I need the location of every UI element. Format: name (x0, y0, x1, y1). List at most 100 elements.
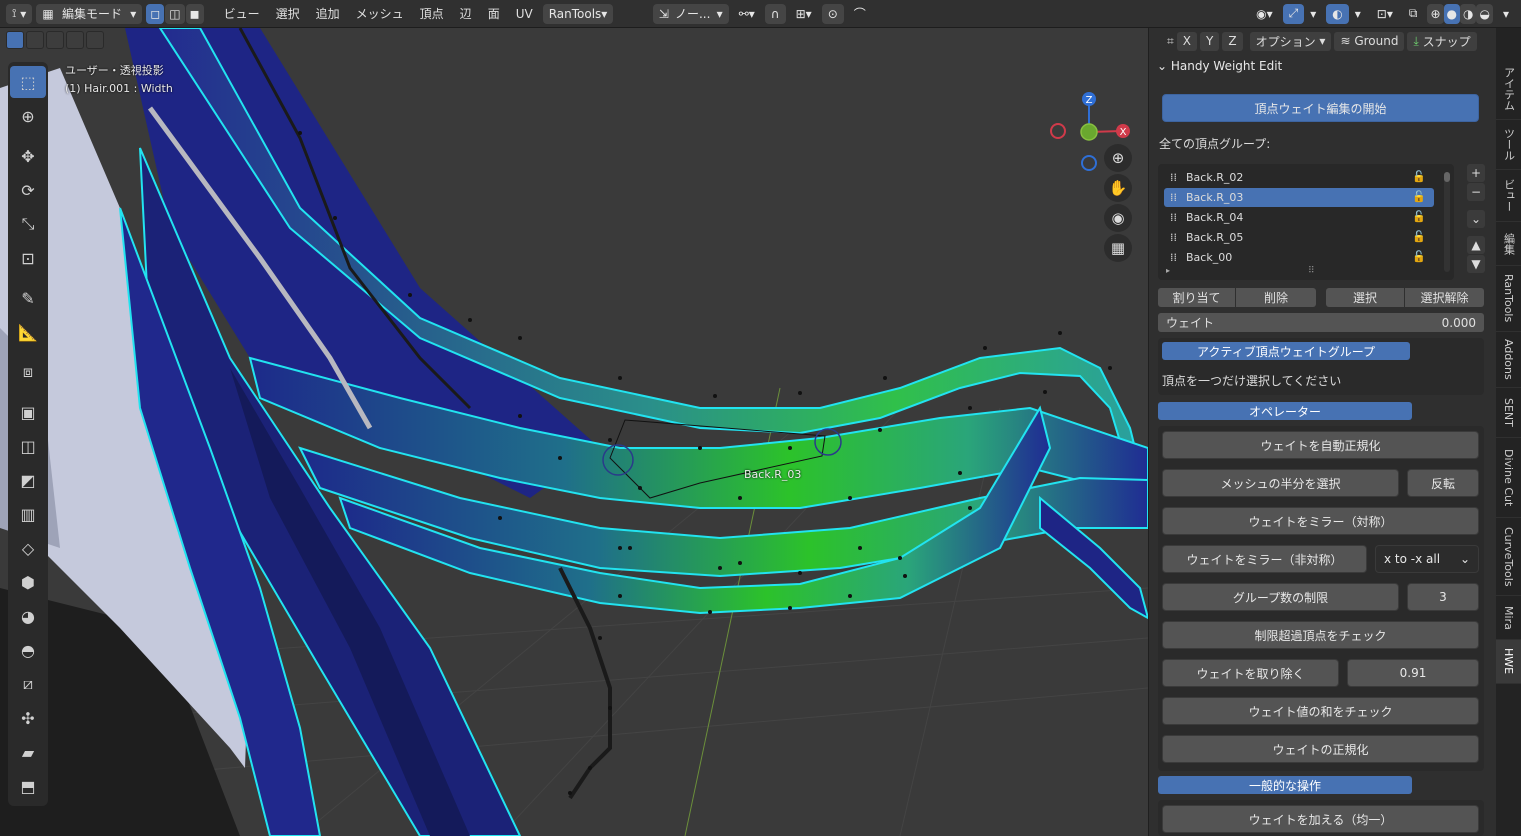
limit-value-field[interactable]: 3 (1407, 583, 1479, 611)
pan-button[interactable]: ✋ (1104, 174, 1132, 202)
snap-mode-dropdown[interactable]: ⊞ ▾ (790, 4, 818, 24)
axis-x-button[interactable]: X (1176, 31, 1197, 51)
remove-weight-button[interactable]: ウェイトを取り除く (1162, 659, 1339, 687)
shear-tool[interactable]: ▰ (10, 736, 46, 768)
face-select-button[interactable]: ◼ (185, 3, 204, 24)
auto-normalize-button[interactable]: ウェイトを自動正規化 (1162, 431, 1479, 459)
pivot-dropdown[interactable]: ⚯ ▾ (733, 4, 761, 24)
zoom-button[interactable]: ⊕ (1104, 144, 1132, 172)
3d-viewport[interactable]: ⬚ ⊕ ✥ ⟳ ⤡ ⊡ ✎ 📐 ⧈ ▣ ◫ ◩ ▥ ◇ ⬢ ◕ ◓ ⧄ ✣ ▰ … (0, 28, 1148, 836)
perspective-toggle-button[interactable]: ▦ (1104, 234, 1132, 262)
proportional-edit-toggle[interactable]: ⊙ (821, 3, 844, 24)
annotate-tool[interactable]: ✎ (10, 282, 46, 314)
shading-material-button[interactable]: ◑ (1460, 3, 1477, 24)
mirror-direction-dropdown[interactable]: x to -x all ⌄ (1375, 545, 1479, 573)
menu-add[interactable]: 追加 (310, 5, 346, 22)
select-half-mesh-button[interactable]: メッシュの半分を選択 (1162, 469, 1399, 497)
falloff-dropdown[interactable]: ⌒ (848, 4, 872, 24)
panel-header[interactable]: ⌄ Handy Weight Edit (1149, 54, 1496, 78)
vertex-group-row[interactable]: ⁞⁞ Back.R_05 🔓 (1164, 228, 1434, 247)
menu-mesh[interactable]: メッシュ (350, 5, 410, 22)
rantools-menu[interactable]: RanTools ▾ (542, 3, 613, 24)
menu-vertex[interactable]: 頂点 (414, 5, 450, 22)
shading-wireframe-button[interactable]: ⊕ (1427, 3, 1444, 24)
invert-button[interactable]: 反転 (1407, 469, 1479, 497)
vertex-group-list[interactable]: ⁞⁞ Back.R_02 🔓 ⁞⁞ Back.R_03 🔓 ⁞⁞ Back.R_04 🔓 ⁞… (1158, 164, 1454, 280)
check-weight-sum-button[interactable]: ウェイト値の和をチェック (1162, 697, 1479, 725)
rotate-tool[interactable]: ⟳ (10, 174, 46, 206)
weight-slider[interactable]: ウェイト 0.000 (1158, 313, 1484, 332)
menu-uv[interactable]: UV (510, 7, 539, 21)
shading-rendered-button[interactable]: ◒ (1476, 3, 1493, 24)
limit-groups-button[interactable]: グループ数の制限 (1162, 583, 1399, 611)
poly-build-tool[interactable]: ⬢ (10, 566, 46, 598)
unlock-icon[interactable]: 🔓 (1412, 210, 1426, 223)
tab-hwe[interactable]: HWE (1496, 640, 1521, 684)
measure-tool[interactable]: 📐 (10, 316, 46, 348)
list-scrollbar[interactable] (1444, 172, 1450, 272)
move-down-button[interactable]: ▼ (1467, 255, 1485, 273)
vertex-group-row-selected[interactable]: ⁞⁞ Back.R_03 🔓 (1164, 188, 1434, 207)
mesh-overlay-dropdown[interactable]: ⊡ ▾ (1371, 4, 1399, 24)
vertex-group-row[interactable]: ⁞⁞ Back_00 🔓 (1164, 248, 1434, 267)
mirror-asymmetric-button[interactable]: ウェイトをミラー（非対称） (1162, 545, 1367, 573)
select-subtract-button[interactable] (46, 31, 64, 49)
edge-slide-tool[interactable]: ⧄ (10, 668, 46, 700)
xray-toggle[interactable]: ⧉ (1403, 4, 1424, 24)
add-weight-uniform-button[interactable]: ウェイトを加える（均一） (1162, 805, 1479, 833)
select-button[interactable]: 選択 (1326, 288, 1404, 307)
cursor-tool[interactable]: ⊕ (10, 100, 46, 132)
loop-cut-tool[interactable]: ▥ (10, 498, 46, 530)
unlock-icon[interactable]: 🔓 (1412, 230, 1426, 243)
gizmo-toggle[interactable]: ⤢ (1282, 3, 1305, 24)
tab-tool[interactable]: ツール (1496, 120, 1521, 170)
tab-curvetools[interactable]: CurveTools (1496, 518, 1521, 596)
select-extend-button[interactable] (26, 31, 44, 49)
shading-dropdown[interactable]: ▾ (1497, 4, 1515, 24)
overlay-toggle[interactable]: ◐ (1326, 3, 1349, 24)
editor-type-button[interactable]: ⟟ ▾ (6, 3, 33, 24)
move-tool[interactable]: ✥ (10, 140, 46, 172)
menu-view[interactable]: ビュー (218, 5, 266, 22)
add-group-button[interactable]: + (1467, 164, 1485, 182)
select-invert-button[interactable] (66, 31, 84, 49)
transform-orientation-dropdown[interactable]: ⇲ ノー... ▾ (652, 3, 729, 24)
menu-select[interactable]: 選択 (270, 5, 306, 22)
inset-tool[interactable]: ◫ (10, 430, 46, 462)
mode-dropdown[interactable]: ▦ 編集モード ▾ (36, 3, 143, 24)
rip-tool[interactable]: ⬒ (10, 770, 46, 802)
unlock-icon[interactable]: 🔓 (1412, 190, 1426, 203)
tab-edit[interactable]: 編集 (1496, 222, 1521, 266)
vertex-group-row[interactable]: ⁞⁞ Back.R_04 🔓 (1164, 208, 1434, 227)
gizmo-dropdown[interactable]: ▾ (1304, 4, 1322, 24)
navigation-gizmo[interactable]: Z X (1045, 88, 1135, 188)
check-over-limit-button[interactable]: 制限超過頂点をチェック (1162, 621, 1479, 649)
tab-divine-cut[interactable]: Divine Cut (1496, 438, 1521, 518)
remove-button[interactable]: 削除 (1236, 288, 1316, 307)
select-intersect-button[interactable] (86, 31, 104, 49)
tab-mira[interactable]: Mira (1496, 596, 1521, 640)
edge-select-button[interactable]: ◫ (165, 3, 185, 24)
expand-list-icon[interactable]: ▸ (1166, 266, 1170, 275)
smooth-tool[interactable]: ◓ (10, 634, 46, 666)
vertex-select-button[interactable]: ◻ (146, 3, 165, 24)
start-weight-edit-button[interactable]: 頂点ウェイト編集の開始 (1162, 94, 1479, 122)
overlay-dropdown[interactable]: ▾ (1349, 4, 1367, 24)
remove-group-button[interactable]: − (1467, 183, 1485, 201)
vertex-group-row[interactable]: ⁞⁞ Back.R_02 🔓 (1164, 168, 1434, 187)
visibility-dropdown[interactable]: ◉ ▾ (1250, 4, 1279, 24)
menu-edge[interactable]: 辺 (454, 5, 478, 22)
tab-addons[interactable]: Addons (1496, 332, 1521, 388)
extrude-tool[interactable]: ▣ (10, 396, 46, 428)
scale-tool[interactable]: ⤡ (10, 208, 46, 240)
tab-item[interactable]: アイテム (1496, 58, 1521, 120)
spin-tool[interactable]: ◕ (10, 600, 46, 632)
camera-view-button[interactable]: ◉ (1104, 204, 1132, 232)
deselect-button[interactable]: 選択解除 (1405, 288, 1484, 307)
tab-rantools[interactable]: RanTools (1496, 266, 1521, 332)
knife-tool[interactable]: ◇ (10, 532, 46, 564)
assign-button[interactable]: 割り当て (1158, 288, 1235, 307)
tab-sent[interactable]: SENT (1496, 388, 1521, 438)
select-box-tool[interactable]: ⬚ (10, 66, 46, 98)
snap-target-button[interactable]: ≋ Ground (1334, 31, 1405, 51)
